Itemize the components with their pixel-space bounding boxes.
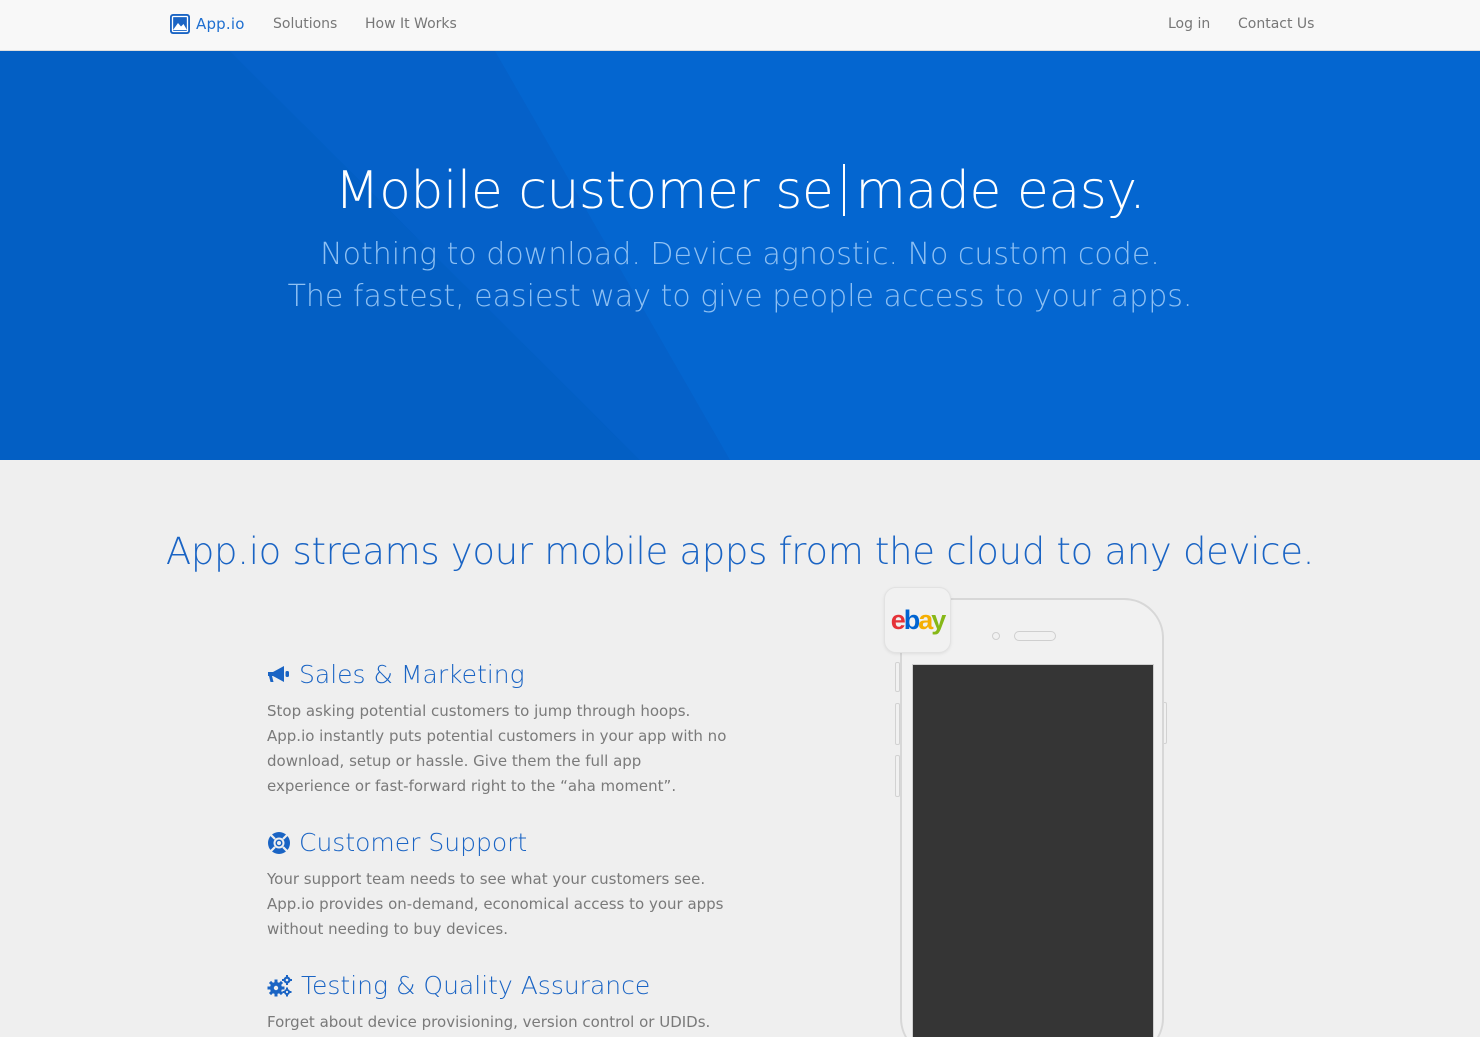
nav-contact-us-link[interactable]: Contact Us [1238,16,1314,32]
ebay-app-tile[interactable]: ebay [884,587,951,653]
feature-title: Sales & Marketing [299,660,525,689]
app-logo-icon [170,14,190,34]
top-navbar: App.io Solutions How It Works Log in Con… [0,0,1480,51]
phone-screen [912,664,1154,1037]
section-title: App.io streams your mobile apps from the… [165,530,1315,573]
nav-solutions-link[interactable]: Solutions [273,16,337,32]
hero-subtitle-line1: Nothing to download. Device agnostic. No… [320,237,1160,272]
typing-caret [843,164,846,216]
phone-speaker [1014,631,1056,641]
hero-title-part2: made easy. [855,161,1146,221]
gears-icon [267,974,292,996]
feature-heading: Testing & Quality Assurance [267,971,727,1000]
hero-title: Mobile customer se made easy. [0,161,1480,221]
feature-heading: Sales & Marketing [267,660,727,689]
feature-heading: Customer Support [267,828,727,857]
feature-title: Testing & Quality Assurance [301,971,651,1000]
life-ring-icon [268,831,290,854]
megaphone-icon [268,665,289,682]
ebay-letter-y: y [931,604,946,635]
feature-description: Forget about device provisioning, versio… [267,1013,711,1031]
hero-title-part1: Mobile customer se [334,161,834,221]
ebay-logo: ebay [890,604,947,635]
phone-mockup [900,598,1164,1037]
logo-text: App.io [196,15,245,33]
feature-sales-marketing: Sales & Marketing Stop asking potential … [267,660,727,799]
ebay-letter-a: a [918,604,933,635]
ebay-letter-e: e [890,604,906,635]
feature-testing-qa: Testing & Quality Assurance Forget about… [267,971,727,1035]
hero-banner: Mobile customer se made easy. Nothing to … [0,51,1480,460]
logo-link[interactable]: App.io [170,14,245,34]
feature-title: Customer Support [299,828,528,857]
feature-description: Your support team needs to see what your… [267,870,724,938]
nav-login-link[interactable]: Log in [1168,16,1210,32]
ebay-letter-b: b [903,604,920,635]
nav-how-it-works-link[interactable]: How It Works [365,16,457,32]
feature-customer-support: Customer Support Your support team needs… [267,828,727,942]
phone-camera [992,632,1000,640]
feature-description: Stop asking potential customers to jump … [267,702,727,795]
hero-subtitle-line2: The fastest, easiest way to give people … [287,279,1193,314]
